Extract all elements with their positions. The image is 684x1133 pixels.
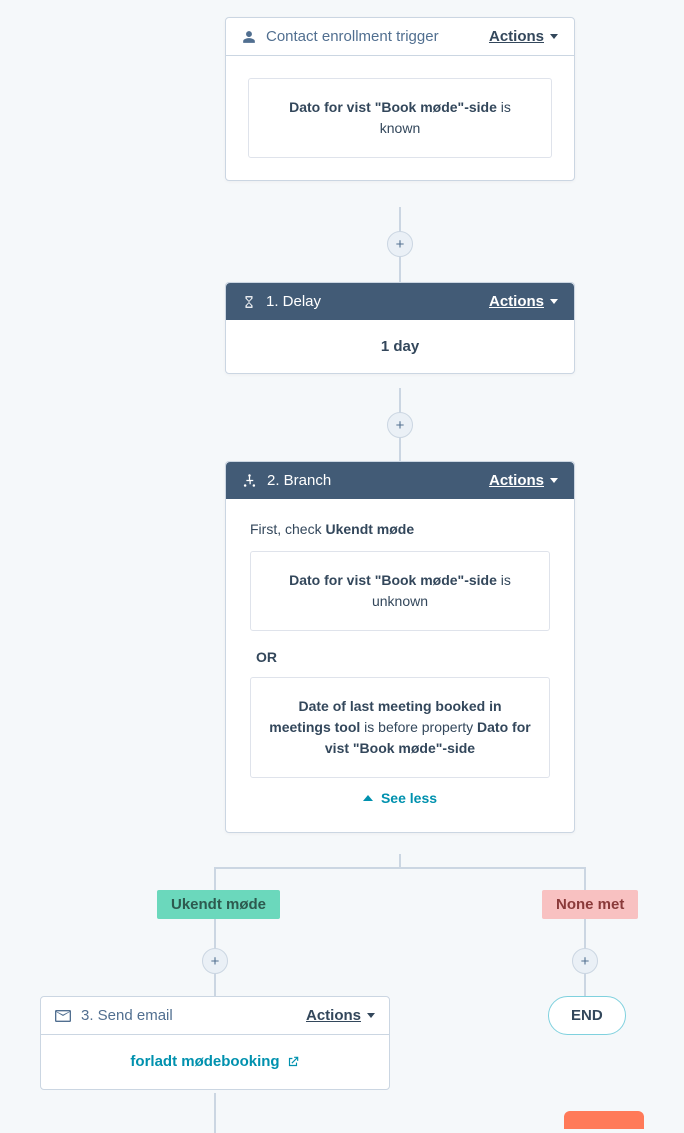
see-less-toggle[interactable]: See less xyxy=(250,778,550,822)
external-link-icon xyxy=(286,1055,300,1069)
branch-criterion-1[interactable]: Dato for vist "Book møde"-side is unknow… xyxy=(250,551,550,631)
actions-dropdown[interactable]: Actions xyxy=(489,28,558,45)
contact-icon xyxy=(242,30,256,44)
branch-title: 2. Branch xyxy=(267,472,331,489)
email-header: 3. Send email Actions xyxy=(41,997,389,1035)
branch-label-right[interactable]: None met xyxy=(542,890,638,919)
delay-title: 1. Delay xyxy=(266,293,321,310)
actions-label: Actions xyxy=(306,1007,361,1024)
actions-dropdown[interactable]: Actions xyxy=(306,1007,375,1024)
add-step-button[interactable]: + xyxy=(387,412,413,438)
caret-down-icon xyxy=(550,34,558,39)
actions-label: Actions xyxy=(489,472,544,489)
connector-line xyxy=(399,854,401,868)
branch-criterion-2[interactable]: Date of last meeting booked in meetings … xyxy=(250,677,550,778)
chevron-up-icon xyxy=(363,795,373,801)
enrollment-header: Contact enrollment trigger Actions xyxy=(226,18,574,56)
actions-label: Actions xyxy=(489,293,544,310)
delay-header: 1. Delay Actions xyxy=(226,283,574,320)
enrollment-body: Dato for vist "Book møde"-side is known xyxy=(226,56,574,180)
delay-duration: 1 day xyxy=(226,320,574,373)
branch-label-left[interactable]: Ukendt møde xyxy=(157,890,280,919)
add-step-button[interactable]: + xyxy=(572,948,598,974)
hourglass-icon xyxy=(242,295,256,309)
or-label: OR xyxy=(256,649,550,665)
connector-line xyxy=(214,867,216,996)
add-step-button[interactable]: + xyxy=(387,231,413,257)
actions-dropdown[interactable]: Actions xyxy=(489,472,558,489)
add-step-button[interactable]: + xyxy=(202,948,228,974)
help-fab-partial[interactable] xyxy=(564,1111,644,1129)
caret-down-icon xyxy=(550,299,558,304)
actions-dropdown[interactable]: Actions xyxy=(489,293,558,310)
email-icon xyxy=(55,1010,71,1022)
connector-line xyxy=(214,1093,216,1133)
enrollment-criterion[interactable]: Dato for vist "Book møde"-side is known xyxy=(248,78,552,158)
email-title: 3. Send email xyxy=(81,1007,173,1024)
email-body: forladt mødebooking xyxy=(41,1035,389,1089)
enrollment-title: Contact enrollment trigger xyxy=(266,28,439,45)
branch-body: First, check Ukendt møde Dato for vist "… xyxy=(226,499,574,832)
actions-label: Actions xyxy=(489,28,544,45)
delay-card[interactable]: 1. Delay Actions 1 day xyxy=(225,282,575,374)
email-card[interactable]: 3. Send email Actions forladt mødebookin… xyxy=(40,996,390,1090)
end-node[interactable]: END xyxy=(548,996,626,1035)
connector-line xyxy=(584,867,586,996)
caret-down-icon xyxy=(367,1013,375,1018)
enrollment-card[interactable]: Contact enrollment trigger Actions Dato … xyxy=(225,17,575,181)
caret-down-icon xyxy=(550,478,558,483)
branch-card[interactable]: 2. Branch Actions First, check Ukendt mø… xyxy=(225,461,575,833)
email-link[interactable]: forladt mødebooking xyxy=(130,1053,299,1070)
branch-icon xyxy=(242,473,257,488)
branch-header: 2. Branch Actions xyxy=(226,462,574,499)
branch-check-label: First, check Ukendt møde xyxy=(250,521,550,537)
connector-line xyxy=(214,867,586,869)
